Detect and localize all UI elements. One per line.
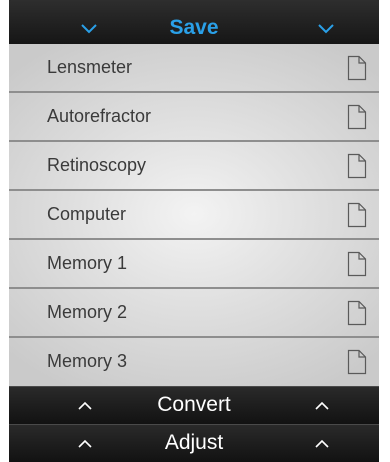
document-icon bbox=[347, 104, 367, 130]
list-item-computer[interactable]: Computer bbox=[9, 191, 379, 238]
list-item-label: Computer bbox=[47, 204, 127, 224]
document-icon bbox=[347, 55, 367, 81]
list-item-memory-1[interactable]: Memory 1 bbox=[9, 240, 379, 287]
document-icon bbox=[347, 251, 367, 277]
adjust-bar[interactable]: Adjust bbox=[9, 424, 379, 462]
document-icon bbox=[347, 300, 367, 326]
list-item-label: Lensmeter bbox=[47, 57, 133, 77]
document-icon bbox=[347, 153, 367, 179]
list-item-lensmeter[interactable]: Lensmeter bbox=[9, 44, 379, 91]
list-item-label: Retinoscopy bbox=[47, 155, 147, 175]
chevron-up-icon[interactable] bbox=[312, 437, 332, 451]
list-item-label: Memory 2 bbox=[47, 302, 128, 322]
chevron-down-icon[interactable] bbox=[316, 22, 336, 36]
list-item-autorefractor[interactable]: Autorefractor bbox=[9, 93, 379, 140]
list-item-memory-3[interactable]: Memory 3 bbox=[9, 338, 379, 385]
chevron-up-icon[interactable] bbox=[312, 399, 332, 413]
document-icon bbox=[347, 349, 367, 375]
save-panel: Save Lensmeter Autorefractor Retinoscopy bbox=[9, 0, 379, 462]
save-target-list: Lensmeter Autorefractor Retinoscopy Comp… bbox=[9, 44, 379, 386]
convert-bar[interactable]: Convert bbox=[9, 386, 379, 424]
list-item-memory-2[interactable]: Memory 2 bbox=[9, 289, 379, 336]
document-icon bbox=[347, 202, 367, 228]
list-item-retinoscopy[interactable]: Retinoscopy bbox=[9, 142, 379, 189]
list-item-label: Autorefractor bbox=[47, 106, 152, 126]
list-item-label: Memory 3 bbox=[47, 351, 128, 371]
list-item-label: Memory 1 bbox=[47, 253, 128, 273]
save-header[interactable]: Save bbox=[9, 0, 379, 44]
